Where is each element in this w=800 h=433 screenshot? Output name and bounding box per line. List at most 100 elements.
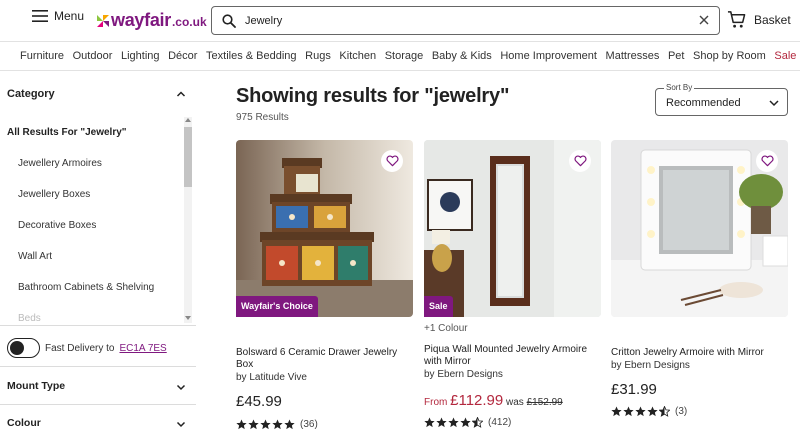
logo-wordmark: wayfair — [111, 10, 171, 30]
sale-badge: Sale — [424, 296, 453, 317]
review-count: (36) — [300, 419, 318, 430]
results-main: Showing results for "jewelry" 975 Result… — [236, 71, 800, 433]
star-half-icon — [472, 417, 483, 428]
nav-item-furniture[interactable]: Furniture — [20, 50, 64, 62]
nav-item-storage[interactable]: Storage — [385, 50, 424, 62]
category-item-decorative-boxes[interactable]: Decorative Boxes — [18, 220, 96, 231]
was-label: was — [506, 397, 524, 408]
favorite-button[interactable] — [756, 150, 778, 172]
star-full-icon — [611, 406, 622, 417]
nav-item-decor[interactable]: Décor — [168, 50, 197, 62]
search-icon — [222, 13, 236, 28]
star-full-icon — [647, 406, 658, 417]
category-item-wall-art[interactable]: Wall Art — [18, 251, 52, 262]
nav-item-outdoor[interactable]: Outdoor — [73, 50, 113, 62]
filter-sidebar: Category All Results For "Jewelry" Jewel… — [0, 71, 196, 433]
postcode-link[interactable]: EC1A 7ES — [119, 343, 166, 354]
nav-item-baby-kids[interactable]: Baby & Kids — [432, 50, 492, 62]
toggle-knob — [10, 341, 24, 355]
was-price: £152.99 — [526, 397, 563, 408]
product-rating[interactable]: (3) — [611, 406, 687, 417]
colour-options[interactable]: +1 Colour — [424, 323, 468, 334]
mount-type-heading[interactable]: Mount Type — [7, 380, 65, 392]
nav-item-mattresses[interactable]: Mattresses — [606, 50, 660, 62]
star-full-icon — [236, 419, 247, 430]
fast-delivery-toggle[interactable] — [7, 338, 40, 358]
product-sale-price: From £112.99 was £152.99 — [424, 392, 563, 409]
sidebar-divider — [0, 404, 196, 405]
results-count: 975 Results — [236, 112, 289, 123]
star-full-icon — [260, 419, 271, 430]
nav-item-home-improvement[interactable]: Home Improvement — [500, 50, 597, 62]
search-bar — [211, 6, 720, 35]
scroll-up-icon[interactable] — [185, 117, 191, 123]
category-item-beds[interactable]: Beds — [18, 313, 41, 324]
category-all-results[interactable]: All Results For "Jewelry" — [7, 127, 127, 138]
nav-item-textiles-bedding[interactable]: Textiles & Bedding — [206, 50, 297, 62]
wayfair-logo[interactable]: wayfair .co.uk — [97, 10, 207, 31]
product-name[interactable]: Critton Jewelry Armoire with Mirror — [611, 347, 788, 359]
sidebar-divider — [0, 325, 196, 326]
basket-label: Basket — [754, 12, 791, 27]
fast-delivery-row: Fast Delivery to EC1A 7ES — [7, 338, 167, 358]
star-full-icon — [272, 419, 283, 430]
chevron-down-icon[interactable] — [176, 419, 186, 429]
sort-select[interactable]: Sort By Recommended — [655, 83, 788, 116]
category-item-jewellery-armoires[interactable]: Jewellery Armoires — [18, 158, 102, 169]
star-full-icon — [623, 406, 634, 417]
category-heading[interactable]: Category — [7, 88, 55, 100]
star-full-icon — [436, 417, 447, 428]
category-item-bathroom-cabinets[interactable]: Bathroom Cabinets & Shelving — [18, 282, 154, 293]
star-full-icon — [424, 417, 435, 428]
product-brand[interactable]: by Ebern Designs — [611, 360, 690, 371]
heart-icon — [573, 155, 587, 167]
menu-label: Menu — [54, 9, 85, 23]
category-item-jewellery-boxes[interactable]: Jewellery Boxes — [18, 189, 90, 200]
star-half-icon — [659, 406, 670, 417]
heart-icon — [760, 155, 774, 167]
fast-delivery-label: Fast Delivery to — [45, 342, 115, 354]
menu-button[interactable]: Menu — [32, 9, 84, 23]
page-title: Showing results for "jewelry" — [236, 85, 510, 107]
product-brand[interactable]: by Latitude Vive — [236, 372, 307, 383]
nav-item-rugs[interactable]: Rugs — [305, 50, 331, 62]
category-list: All Results For "Jewelry" Jewellery Armo… — [0, 113, 182, 325]
logo-tld: .co.uk — [171, 15, 207, 29]
scroll-down-icon[interactable] — [185, 315, 191, 321]
product-rating[interactable]: (412) — [424, 417, 511, 428]
top-header: Menu wayfair .co.uk Basket — [0, 0, 800, 42]
star-full-icon — [248, 419, 259, 430]
favorite-button[interactable] — [569, 150, 591, 172]
nav-item-kitchen[interactable]: Kitchen — [339, 50, 376, 62]
nav-item-sale[interactable]: Sale — [774, 50, 796, 62]
basket-icon — [727, 11, 746, 28]
product-price: £45.99 — [236, 393, 282, 410]
heart-icon — [385, 155, 399, 167]
product-name[interactable]: Piqua Wall Mounted Jewelry Armoire with … — [424, 344, 601, 368]
nav-item-pet[interactable]: Pet — [668, 50, 685, 62]
basket-button[interactable]: Basket — [727, 10, 791, 29]
review-count: (412) — [488, 417, 512, 428]
nav-item-lighting[interactable]: Lighting — [121, 50, 160, 62]
clear-search-icon[interactable] — [698, 14, 710, 26]
star-full-icon — [284, 419, 295, 430]
logo-pinwheel-icon — [97, 14, 109, 27]
favorite-button[interactable] — [381, 150, 403, 172]
product-brand[interactable]: by Ebern Designs — [424, 369, 503, 380]
star-full-icon — [635, 406, 646, 417]
search-input[interactable] — [245, 14, 685, 27]
product-rating[interactable]: (36) — [236, 419, 318, 430]
sidebar-divider — [0, 366, 196, 367]
nav-item-shop-by-room[interactable]: Shop by Room — [693, 50, 766, 62]
chevron-down-icon[interactable] — [176, 382, 186, 392]
hamburger-icon — [32, 10, 48, 22]
colour-heading[interactable]: Colour — [7, 417, 41, 429]
star-full-icon — [448, 417, 459, 428]
product-name[interactable]: Bolsward 6 Ceramic Drawer Jewelry Box — [236, 347, 413, 371]
star-full-icon — [460, 417, 471, 428]
review-count: (3) — [675, 406, 688, 417]
chevron-up-icon[interactable] — [176, 89, 186, 99]
from-label: From — [424, 397, 448, 408]
category-nav: Furniture Outdoor Lighting Décor Textile… — [0, 42, 800, 71]
category-scrollbar-thumb[interactable] — [184, 127, 192, 187]
